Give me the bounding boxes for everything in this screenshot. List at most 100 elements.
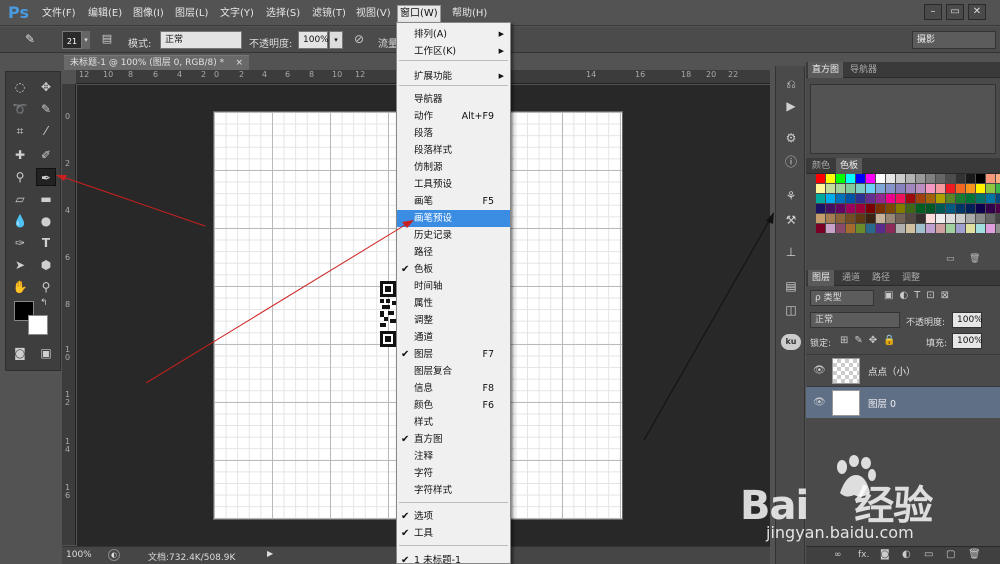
- color-swatch[interactable]: [886, 184, 895, 193]
- color-swatch[interactable]: [916, 224, 925, 233]
- color-swatch[interactable]: [836, 184, 845, 193]
- color-swatch[interactable]: [816, 224, 825, 233]
- eraser-tool-icon[interactable]: ▱: [10, 190, 30, 208]
- color-swatch[interactable]: [846, 214, 855, 223]
- opacity-input[interactable]: 100%: [298, 31, 329, 49]
- color-swatch[interactable]: [816, 174, 825, 183]
- window-menu-item[interactable]: 属性: [397, 295, 510, 312]
- color-swatch[interactable]: [986, 214, 995, 223]
- status-menu-arrow-icon[interactable]: ▶: [267, 549, 273, 558]
- window-menu-item[interactable]: 信息 F8: [397, 380, 510, 397]
- color-swatch[interactable]: [966, 184, 975, 193]
- window-menu-item[interactable]: 排列(A) ▶: [397, 26, 510, 43]
- color-swatch[interactable]: [966, 224, 975, 233]
- tab-swatches[interactable]: 色板: [836, 158, 863, 174]
- color-swatch[interactable]: [946, 194, 955, 203]
- window-menu-item[interactable]: 路径: [397, 244, 510, 261]
- swap-colors-icon[interactable]: ↰: [40, 298, 48, 308]
- color-swatch[interactable]: [976, 194, 985, 203]
- window-menu-item[interactable]: 导航器: [397, 91, 510, 108]
- window-menu-item[interactable]: 画笔预设: [397, 210, 510, 227]
- color-swatch[interactable]: [916, 214, 925, 223]
- crop-tool-icon[interactable]: ⌗: [10, 122, 30, 140]
- visibility-eye-icon[interactable]: 👁: [813, 365, 826, 376]
- window-menu-item[interactable]: 颜色 F6: [397, 397, 510, 414]
- color-swatch[interactable]: [856, 194, 865, 203]
- window-menu-item[interactable]: 仿制源: [397, 159, 510, 176]
- layer-name[interactable]: 图层 0: [868, 396, 896, 410]
- color-swatch[interactable]: [856, 224, 865, 233]
- color-swatch[interactable]: [826, 204, 835, 213]
- tab-histogram[interactable]: 直方图: [808, 62, 844, 78]
- layer-filter-kind[interactable]: ρ 类型: [810, 290, 874, 306]
- color-swatch[interactable]: [966, 174, 975, 183]
- tab-adjustments[interactable]: 调整: [898, 270, 924, 286]
- color-swatch[interactable]: [916, 204, 925, 213]
- color-swatch[interactable]: [846, 174, 855, 183]
- color-swatch[interactable]: [996, 204, 1000, 213]
- color-swatch[interactable]: [896, 194, 905, 203]
- window-menu-item[interactable]: 扩展功能 ▶: [397, 68, 510, 85]
- color-swatch[interactable]: [836, 194, 845, 203]
- workspace-select[interactable]: 摄影: [912, 31, 996, 49]
- blend-mode-select[interactable]: 正常: [810, 312, 900, 328]
- menu-window[interactable]: 窗口(W): [397, 5, 441, 23]
- clone-source-icon[interactable]: ⚙: [781, 130, 801, 146]
- color-swatch[interactable]: [946, 224, 955, 233]
- menu-filter[interactable]: 滤镜(T): [310, 6, 348, 22]
- zoom-level[interactable]: 100%: [66, 550, 92, 560]
- color-swatch[interactable]: [896, 204, 905, 213]
- move-tool-icon[interactable]: ✥: [36, 78, 56, 96]
- eyedropper-tool-icon[interactable]: ⁄: [36, 122, 56, 140]
- color-swatch[interactable]: [816, 204, 825, 213]
- window-menu-item[interactable]: ✔ 色板: [397, 261, 510, 278]
- visibility-eye-icon[interactable]: 👁: [813, 397, 826, 408]
- color-swatch[interactable]: [906, 214, 915, 223]
- color-swatch[interactable]: [986, 224, 995, 233]
- color-swatch[interactable]: [986, 184, 995, 193]
- color-swatch[interactable]: [896, 174, 905, 183]
- color-swatch[interactable]: [916, 184, 925, 193]
- path-select-tool-icon[interactable]: ➤: [10, 256, 30, 274]
- color-swatch[interactable]: [906, 184, 915, 193]
- marquee-tool-icon[interactable]: ◌: [10, 78, 30, 96]
- window-menu-item[interactable]: 画笔 F5: [397, 193, 510, 210]
- color-swatch[interactable]: [936, 224, 945, 233]
- color-swatch[interactable]: [846, 184, 855, 193]
- layer-opacity-input[interactable]: 100%: [952, 312, 983, 328]
- history-brush-tool-icon[interactable]: ✒: [36, 168, 56, 186]
- blur-tool-icon[interactable]: 💧: [10, 212, 30, 230]
- color-swatch[interactable]: [866, 174, 875, 183]
- hand-tool-icon[interactable]: ✋: [10, 278, 30, 296]
- color-swatch[interactable]: [856, 204, 865, 213]
- color-swatch[interactable]: [886, 224, 895, 233]
- quick-select-tool-icon[interactable]: ✎: [36, 100, 56, 118]
- tab-navigator[interactable]: 导航器: [846, 62, 881, 78]
- brush-picker-arrow-icon[interactable]: ▾: [82, 31, 90, 49]
- menu-select[interactable]: 选择(S): [264, 6, 302, 22]
- color-swatch[interactable]: [926, 224, 935, 233]
- color-swatch[interactable]: [976, 174, 985, 183]
- color-swatch[interactable]: [936, 214, 945, 223]
- color-swatch[interactable]: [956, 224, 965, 233]
- color-swatch[interactable]: [966, 204, 975, 213]
- color-swatch[interactable]: [876, 184, 885, 193]
- color-swatch[interactable]: [996, 214, 1000, 223]
- color-swatch[interactable]: [816, 184, 825, 193]
- screen-mode-icon[interactable]: ▣: [36, 344, 56, 362]
- color-swatch[interactable]: [836, 214, 845, 223]
- color-swatch[interactable]: [976, 224, 985, 233]
- zoom-tool-icon[interactable]: ⚲: [36, 278, 56, 296]
- properties-panel-icon[interactable]: ◫: [781, 302, 801, 318]
- paragraph-panel-icon[interactable]: ⊥: [781, 244, 801, 260]
- tab-color[interactable]: 颜色: [808, 158, 834, 174]
- menu-type[interactable]: 文字(Y): [218, 6, 256, 22]
- window-menu-item[interactable]: ✔ 工具: [397, 525, 510, 542]
- layer-filter-icons[interactable]: ▣◐T⊡⊠: [884, 290, 955, 301]
- window-menu-item[interactable]: ✔ 选项: [397, 508, 510, 525]
- color-swatch[interactable]: [976, 184, 985, 193]
- color-swatch[interactable]: [896, 224, 905, 233]
- type-tool-icon[interactable]: T: [36, 234, 56, 252]
- gradient-tool-icon[interactable]: ▬: [36, 190, 56, 208]
- color-swatch[interactable]: [856, 184, 865, 193]
